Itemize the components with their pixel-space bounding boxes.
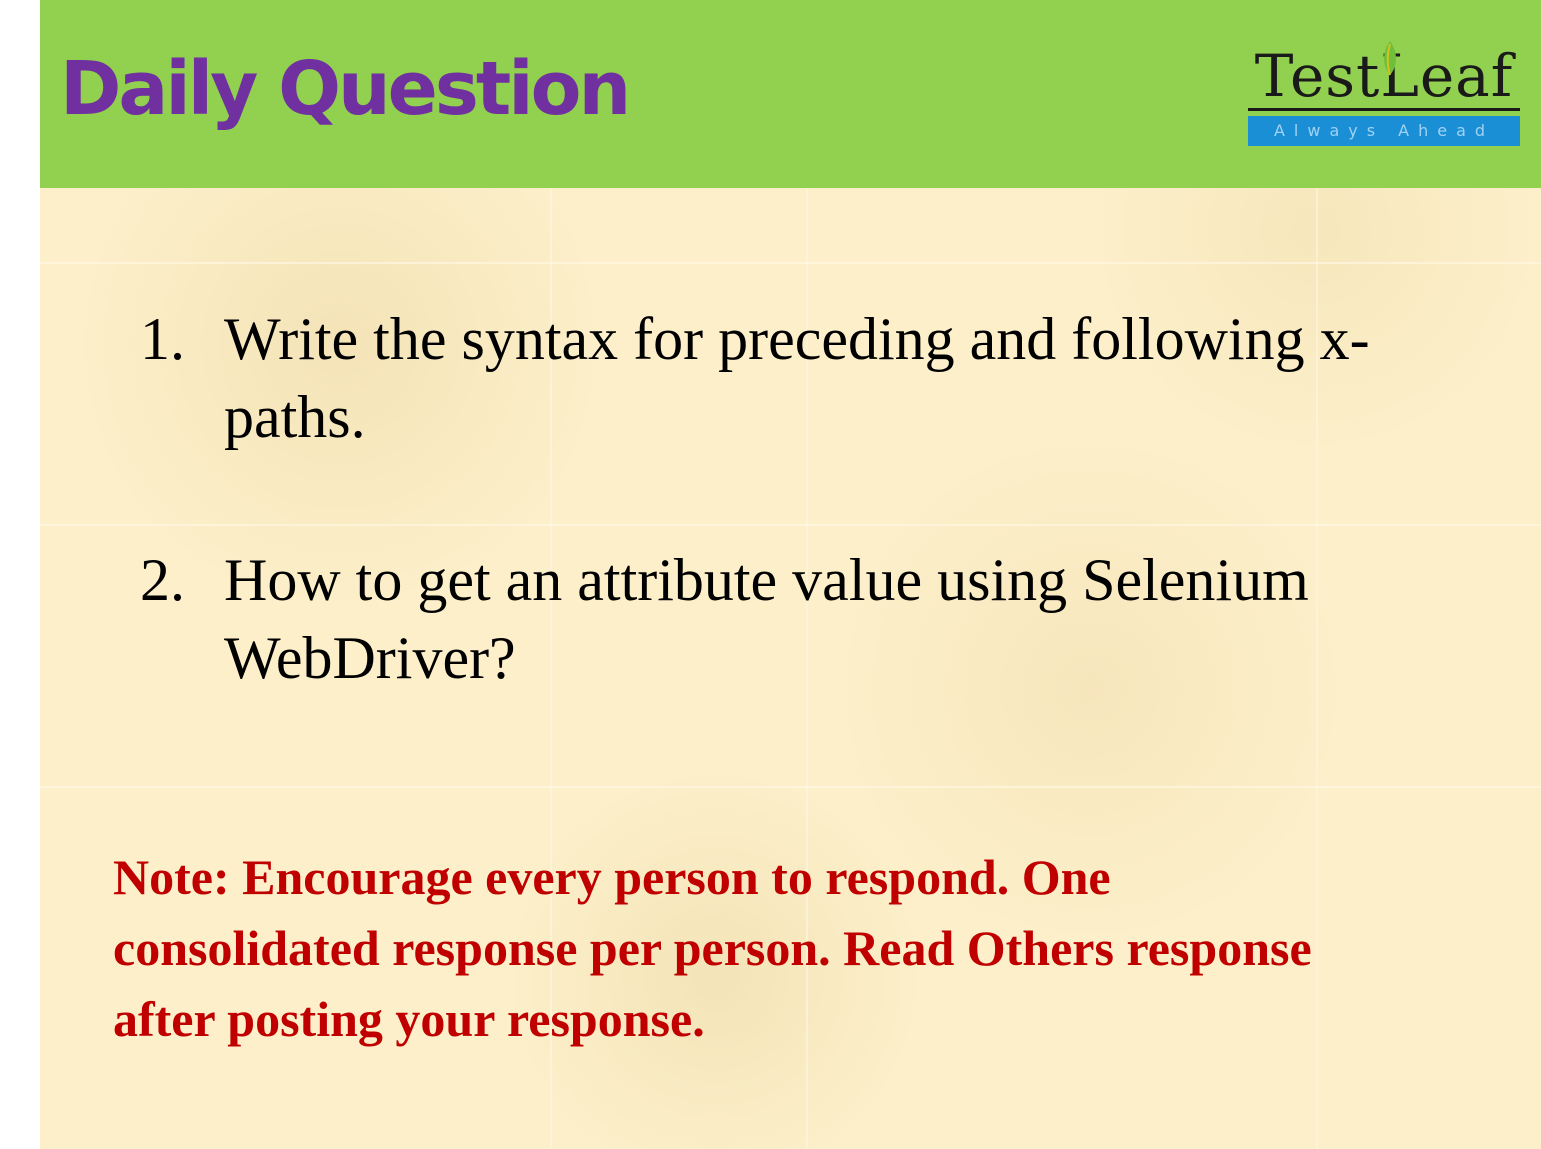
- question-text: How to get an attribute value using Sele…: [224, 547, 1309, 691]
- logo-tagline: Always Ahead: [1248, 116, 1520, 146]
- slide: Daily Question TestLeaf Always Ahead 1. …: [40, 0, 1541, 1149]
- question-text: Write the syntax for preceding and follo…: [224, 306, 1370, 450]
- question-number: 1.: [140, 306, 185, 372]
- leaf-icon: [1384, 41, 1396, 76]
- note-text: Note: Encourage every person to respond.…: [113, 849, 1312, 1047]
- page-title: Daily Question: [60, 46, 631, 132]
- logo-underline: [1248, 108, 1520, 111]
- question-number: 2.: [140, 547, 185, 613]
- header-bar: Daily Question TestLeaf Always Ahead: [40, 0, 1541, 188]
- testleaf-logo: TestLeaf Always Ahead: [1248, 40, 1520, 148]
